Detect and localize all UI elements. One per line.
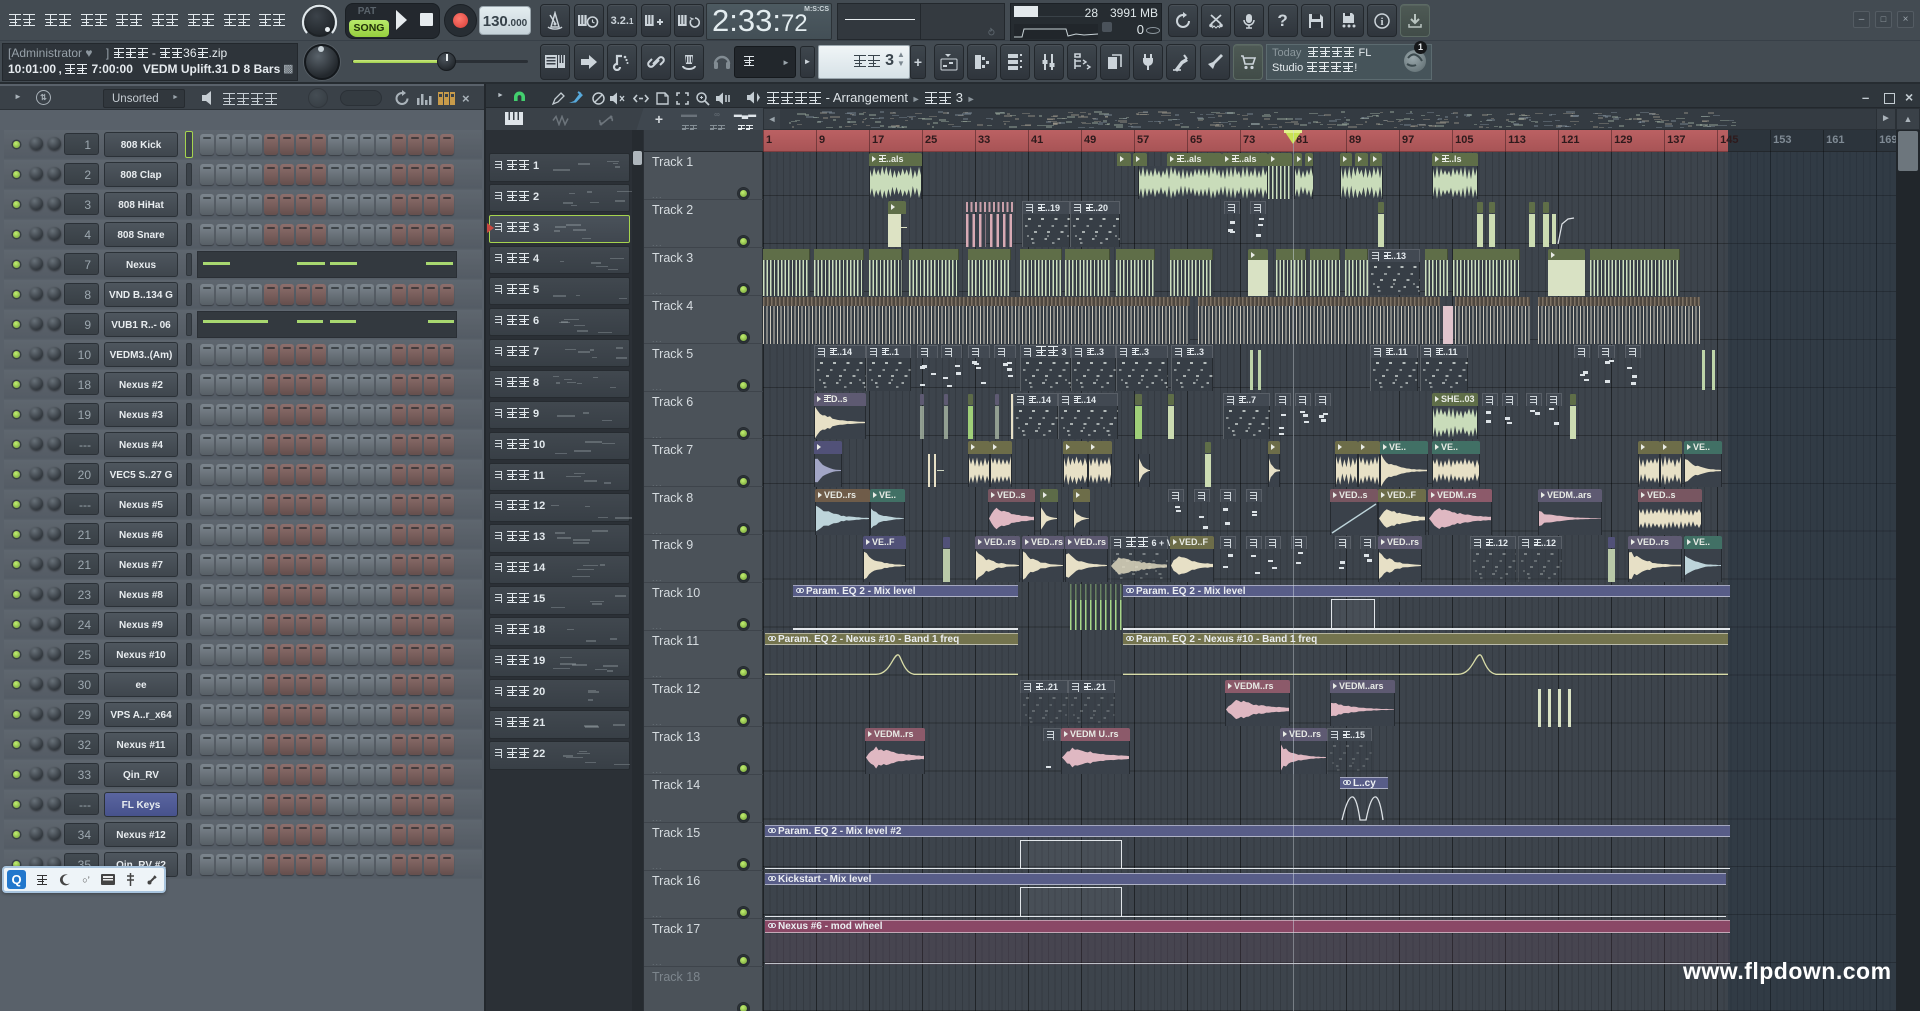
svg-text:i: i — [1381, 16, 1384, 28]
